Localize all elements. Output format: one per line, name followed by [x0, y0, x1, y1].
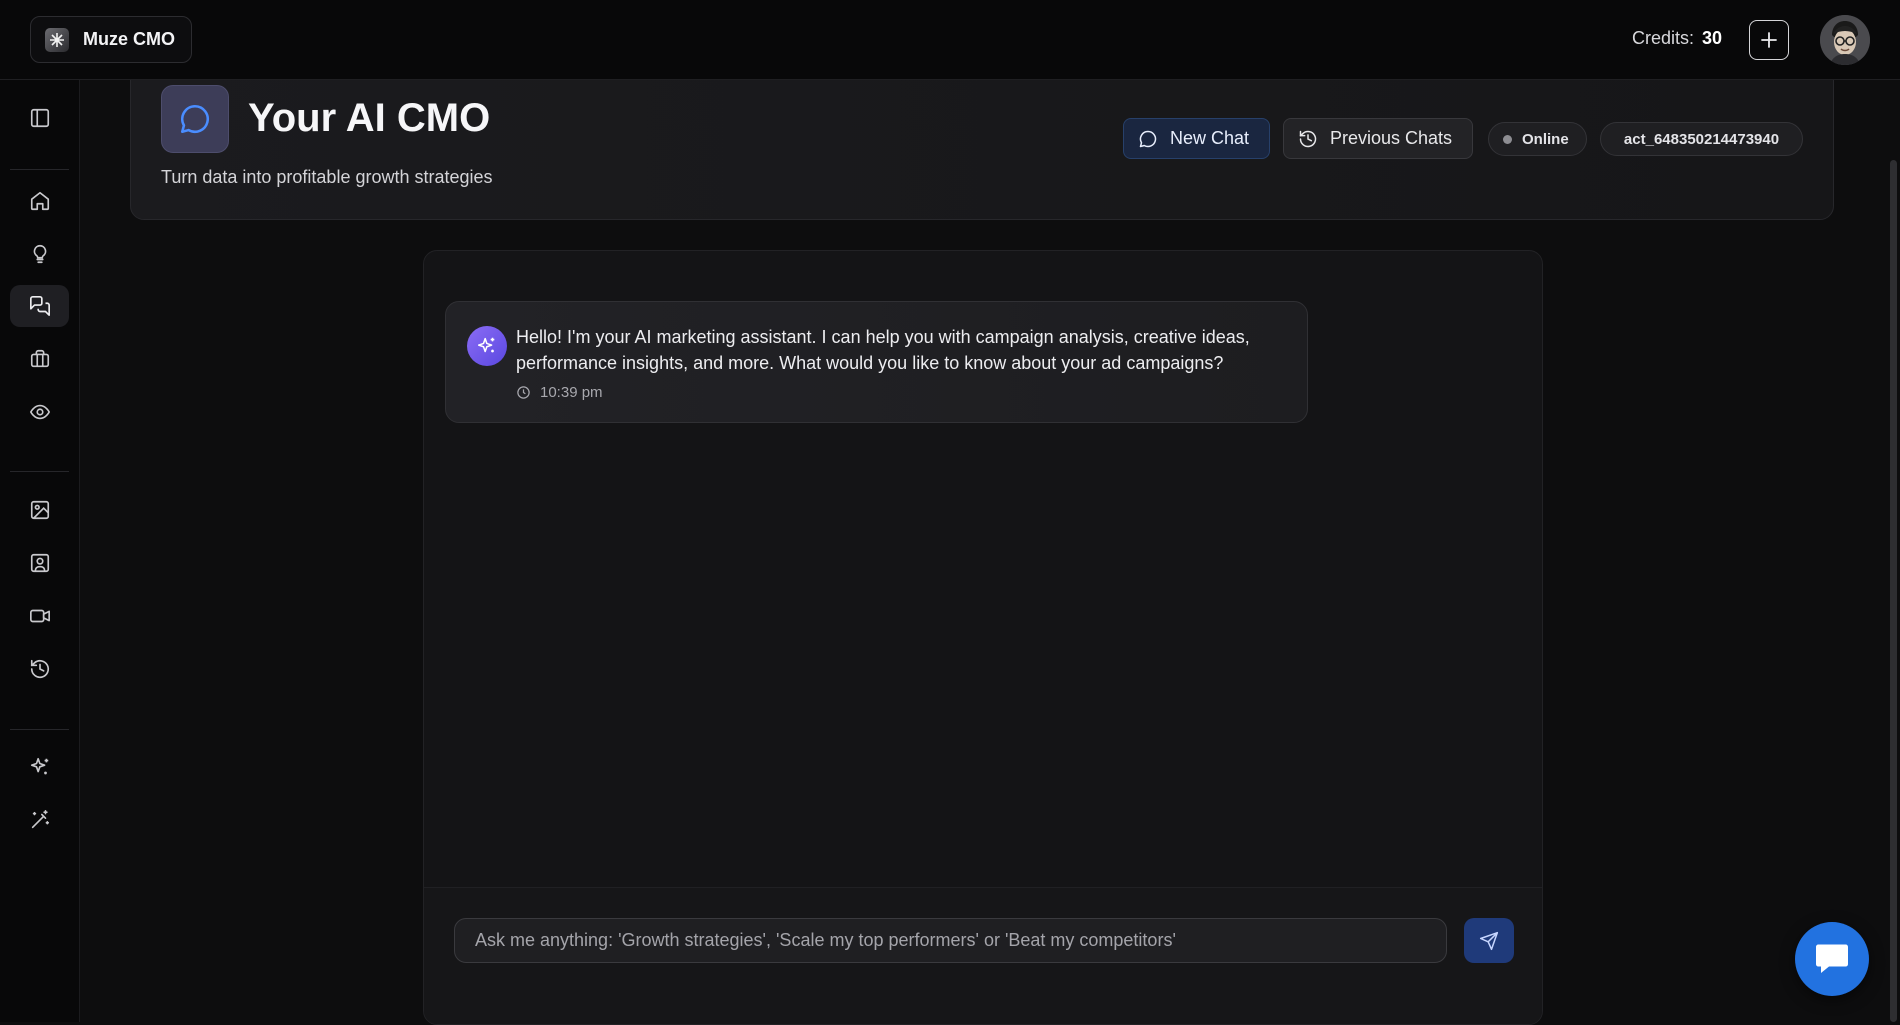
- briefcase-icon: [30, 349, 49, 368]
- history-icon: [1299, 130, 1317, 147]
- sidebar-item-magic[interactable]: [10, 799, 69, 841]
- assistant-message: Hello! I'm your AI marketing assistant. …: [445, 301, 1308, 423]
- chat-composer: [424, 887, 1542, 1024]
- account-id: act_648350214473940: [1623, 130, 1780, 148]
- sidebar-item-personas[interactable]: [10, 542, 69, 584]
- status-label: Online: [1522, 130, 1569, 148]
- credits-value: 30: [1702, 28, 1723, 48]
- sidebar-item-watch[interactable]: [10, 391, 69, 433]
- app-switcher[interactable]: Muze CMO: [30, 16, 192, 63]
- sidebar-item-home[interactable]: [10, 180, 69, 222]
- chat-bubble-icon: [161, 85, 229, 153]
- app-name: Muze CMO: [83, 29, 175, 49]
- sidebar-item-ai[interactable]: [10, 746, 69, 788]
- sparkles-icon: [30, 757, 48, 775]
- sidebar-item-briefcase[interactable]: [10, 338, 69, 380]
- image-icon: [30, 500, 49, 520]
- magic-wand-icon: [31, 810, 49, 829]
- previous-chats-label: Previous Chats: [1330, 128, 1453, 148]
- clock-icon: [517, 386, 530, 399]
- message-circle-icon: [1139, 130, 1157, 147]
- previous-chats-button[interactable]: Previous Chats: [1283, 118, 1473, 159]
- credits-label: Credits:: [1632, 28, 1695, 48]
- user-square-icon: [30, 553, 49, 573]
- page-title: Your AI CMO: [248, 96, 491, 140]
- support-chat-button[interactable]: [1795, 922, 1869, 996]
- message-text: Hello! I'm your AI marketing assistant. …: [516, 327, 1250, 373]
- chat-input[interactable]: [454, 918, 1447, 963]
- status-badge: Online: [1488, 122, 1587, 156]
- sidebar-divider: [10, 729, 69, 730]
- lightbulb-icon: [33, 244, 46, 264]
- message-time: 10:39 pm: [540, 384, 603, 401]
- sidebar-divider: [10, 471, 69, 472]
- chat-icon: [29, 296, 50, 316]
- sidebar: [0, 80, 80, 1022]
- plus-icon: [1761, 32, 1777, 48]
- history-icon: [30, 659, 49, 679]
- account-id-badge[interactable]: act_648350214473940: [1600, 122, 1803, 156]
- new-chat-button[interactable]: New Chat: [1123, 118, 1270, 159]
- support-chat-icon: [1816, 944, 1848, 973]
- sidebar-item-images[interactable]: [10, 489, 69, 531]
- sidebar-toggle[interactable]: [10, 97, 69, 139]
- app-logo-icon: [45, 27, 69, 52]
- home-icon: [30, 191, 49, 211]
- top-bar: Muze CMO Credits: 30: [0, 0, 1900, 80]
- eye-icon: [29, 404, 50, 420]
- sidebar-item-ideas[interactable]: [10, 233, 69, 275]
- status-dot-icon: [1503, 134, 1512, 144]
- video-icon: [29, 609, 50, 623]
- new-chat-label: New Chat: [1170, 128, 1250, 148]
- send-button[interactable]: [1464, 918, 1514, 963]
- user-avatar[interactable]: [1820, 15, 1870, 65]
- chat-panel: Hello! I'm your AI marketing assistant. …: [423, 250, 1543, 1025]
- credits-display: Credits: 30: [1632, 28, 1722, 49]
- panel-left-icon: [30, 108, 49, 128]
- sidebar-divider: [10, 169, 69, 170]
- page-subtitle: Turn data into profitable growth strateg…: [161, 167, 493, 187]
- page-scrollbar-thumb[interactable]: [1890, 160, 1897, 1022]
- sidebar-item-video[interactable]: [10, 595, 69, 637]
- header-card: Your AI CMO Turn data into profitable gr…: [130, 62, 1834, 220]
- sidebar-item-chat[interactable]: [10, 285, 69, 327]
- sidebar-item-history[interactable]: [10, 648, 69, 690]
- send-icon: [1479, 931, 1499, 950]
- message-timestamp: 10:39 pm: [516, 384, 603, 401]
- add-credits-button[interactable]: [1749, 20, 1789, 60]
- assistant-avatar-icon: [467, 326, 507, 366]
